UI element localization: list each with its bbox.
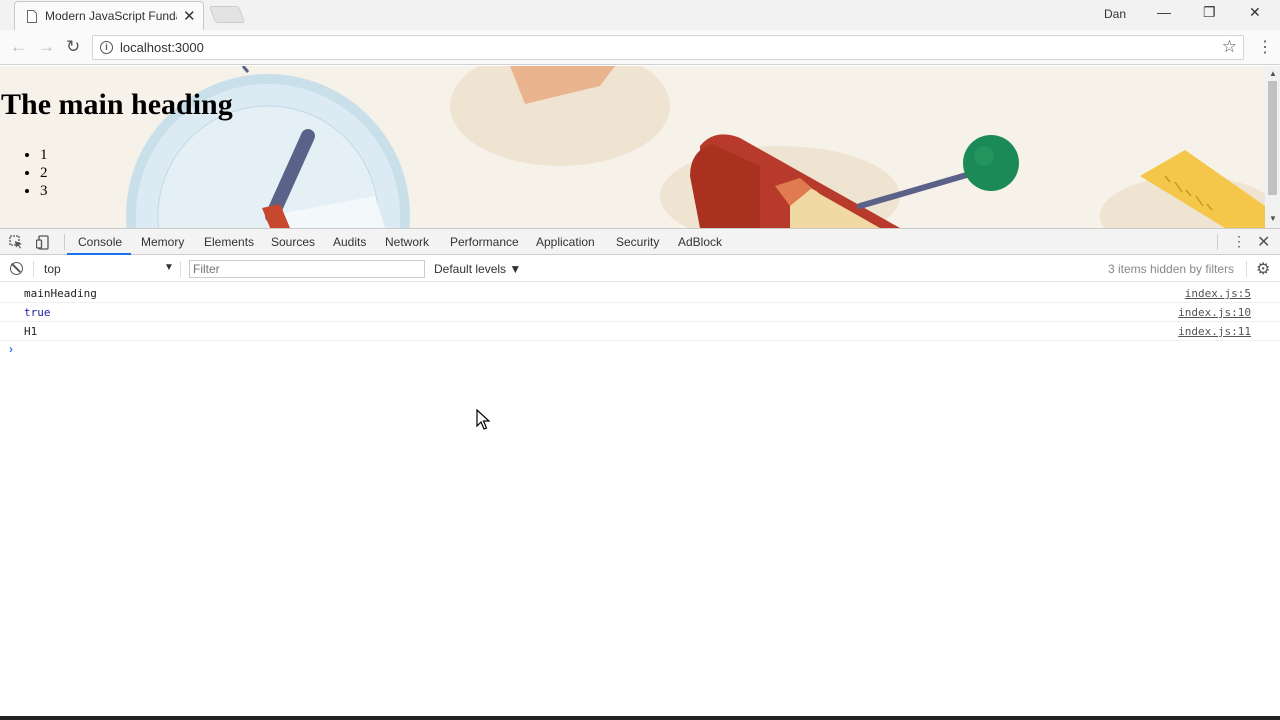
divider (180, 261, 181, 277)
divider (1217, 234, 1218, 250)
devtools-tab-bar: Console Memory Elements Sources Audits N… (0, 228, 1280, 255)
window-bottom-edge (0, 716, 1280, 720)
url-text: localhost:3000 (120, 40, 204, 55)
profile-name[interactable]: Dan (1104, 7, 1126, 21)
close-window-icon[interactable]: ✕ (1249, 4, 1261, 21)
gear-icon[interactable]: ⚙ (1256, 259, 1270, 279)
back-icon[interactable]: ← (10, 37, 27, 57)
page-viewport: The main heading 1 2 3 ▲ ▼ (0, 66, 1280, 228)
devtools-close-icon[interactable]: ✕ (1257, 232, 1270, 252)
divider (33, 261, 34, 277)
console-prompt[interactable]: › (9, 342, 13, 356)
divider (64, 234, 65, 250)
page-scrollbar[interactable]: ▲ ▼ (1265, 66, 1280, 228)
console-message: true index.js:10 (0, 303, 1280, 322)
tab-performance[interactable]: Performance (450, 235, 519, 249)
scroll-up-icon[interactable]: ▲ (1269, 69, 1277, 78)
address-bar[interactable]: i localhost:3000 ☆ (92, 35, 1244, 60)
tab-title: Modern JavaScript Funda (45, 9, 177, 23)
filter-input[interactable] (189, 260, 425, 278)
list-item: 2 (40, 164, 48, 182)
scroll-down-icon[interactable]: ▼ (1269, 214, 1277, 223)
console-output: mainHeading index.js:5 true index.js:10 … (0, 284, 1280, 714)
tab-security[interactable]: Security (616, 235, 659, 249)
document-icon (27, 10, 37, 23)
divider (1246, 261, 1247, 277)
tab-audits[interactable]: Audits (333, 235, 366, 249)
message-text: true (24, 306, 51, 319)
list-item: 1 (40, 146, 48, 164)
info-icon[interactable]: i (100, 41, 113, 54)
bookmark-star-icon[interactable]: ☆ (1222, 37, 1237, 57)
device-toolbar-icon[interactable] (36, 235, 50, 250)
hidden-items-message: 3 items hidden by filters (1108, 262, 1235, 276)
tab-adblock[interactable]: AdBlock (678, 235, 722, 249)
scrollbar-thumb[interactable] (1268, 81, 1277, 195)
console-message: H1 index.js:11 (0, 322, 1280, 341)
tab-sources[interactable]: Sources (271, 235, 315, 249)
minimize-icon[interactable]: — (1157, 4, 1171, 20)
log-levels-dropdown[interactable]: Default levels ▼ (434, 262, 521, 276)
source-link[interactable]: index.js:11 (1178, 325, 1251, 338)
tab-application[interactable]: Application (536, 235, 595, 249)
browser-menu-icon[interactable]: ⋮ (1257, 37, 1273, 57)
browser-tab-strip: Modern JavaScript Funda ✕ Dan — ❐ ✕ (0, 0, 1280, 30)
tab-elements[interactable]: Elements (204, 235, 254, 249)
mouse-cursor-icon (476, 409, 490, 430)
console-message: mainHeading index.js:5 (0, 284, 1280, 303)
restore-icon[interactable]: ❐ (1203, 4, 1216, 21)
console-toolbar: top ▼ Default levels ▼ 3 items hidden by… (0, 256, 1280, 282)
page-heading: The main heading (1, 88, 233, 121)
context-selector[interactable]: top (44, 262, 61, 276)
tab-console[interactable]: Console (78, 235, 122, 249)
devtools-menu-icon[interactable]: ⋮ (1232, 233, 1246, 250)
clear-console-icon[interactable] (10, 262, 23, 275)
message-text: mainHeading (24, 287, 97, 300)
list-item: 3 (40, 182, 48, 200)
reload-icon[interactable]: ↻ (66, 37, 80, 57)
source-link[interactable]: index.js:5 (1185, 287, 1251, 300)
tab-network[interactable]: Network (385, 235, 429, 249)
tab-memory[interactable]: Memory (141, 235, 184, 249)
new-tab-button[interactable] (208, 6, 246, 23)
source-link[interactable]: index.js:10 (1178, 306, 1251, 319)
browser-toolbar: ← → ↻ i localhost:3000 ☆ ⋮ (0, 30, 1280, 65)
message-text: H1 (24, 325, 38, 338)
browser-tab[interactable]: Modern JavaScript Funda ✕ (14, 1, 204, 30)
tab-close-icon[interactable]: ✕ (183, 7, 196, 25)
chevron-down-icon[interactable]: ▼ (164, 262, 174, 273)
forward-icon[interactable]: → (38, 37, 55, 57)
page-list: 1 2 3 (40, 146, 48, 200)
inspect-element-icon[interactable] (9, 235, 23, 249)
active-tab-indicator (67, 253, 131, 255)
